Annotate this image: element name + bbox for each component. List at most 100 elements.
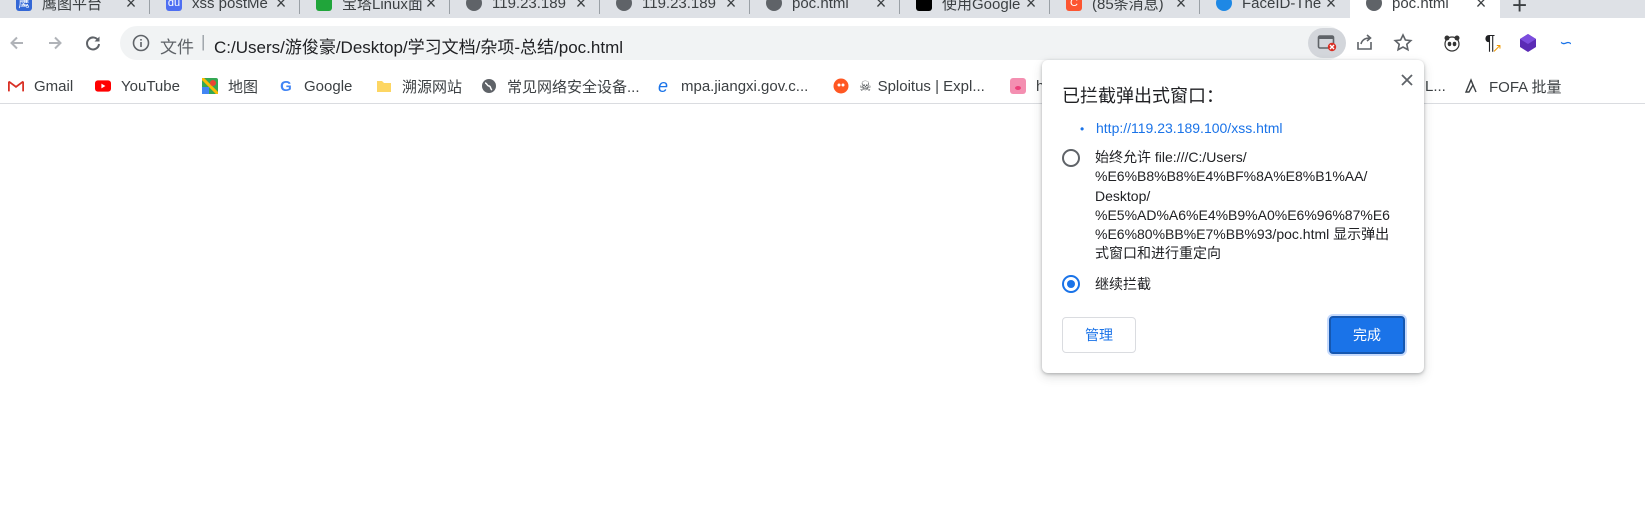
tab-title: (85条消息) [1092,0,1164,13]
dialog-title: 已拦截弹出式窗口： [1062,86,1224,106]
gmail-icon [8,78,24,94]
bookmark-label: mpa.jiangxi.gov.c... [681,77,809,95]
info-icon[interactable] [132,34,150,57]
tab-close-icon[interactable]: × [724,0,738,14]
tab[interactable]: 使用Google × [900,0,1050,18]
allow-radio[interactable] [1062,149,1080,167]
fofa-icon [1463,78,1479,94]
tab-title: 鹰图平台 [42,0,103,13]
bookmark-label: Google [304,77,353,95]
bookmark-label: FOFA 批量 [1489,78,1562,96]
allow-option-line: %E6%B8%B8%E4%BF%8A%E8%B1%AA/ [1095,168,1368,185]
bookmark-gmail[interactable]: Gmail [8,74,73,98]
url-scheme: 文件 [160,38,194,57]
tab-title: poc.html [1392,0,1449,12]
tab-title: poc.html [792,0,849,12]
bookmark-label: 常见网络安全设备... [507,78,640,96]
bookmark-label: 溯源网站 [402,78,463,96]
pilcrow-extension-icon[interactable]: ¶ ↗ [1478,31,1502,56]
bookmark-label: L... [1425,77,1446,95]
bookmark-star-icon[interactable] [1392,32,1414,59]
tab[interactable]: 宝塔Linux面 × [300,0,450,18]
baota-icon [316,0,332,11]
maps-icon [202,78,218,94]
allow-option-line: 始终允许 file:///C:/Users/ [1095,149,1247,165]
panda-extension-icon[interactable] [1440,31,1464,55]
tab-close-icon[interactable]: × [424,0,438,14]
bookmark-maps[interactable]: 地图 [202,74,258,98]
popup-blocked-icon[interactable] [1308,28,1346,58]
bookmark-google[interactable]: G Google [278,74,352,98]
done-button[interactable]: 完成 [1329,316,1405,354]
bookmark-security-devices[interactable]: 常见网络安全设备... [481,74,640,98]
tab[interactable]: 119.23.189 × [600,0,750,18]
baidu-icon: du [166,0,182,11]
bookmark-sploitus[interactable]: ☠ Sploitus | Expl... [833,74,985,98]
tab[interactable]: 119.23.189 × [450,0,600,18]
block-option-label[interactable]: 继续拦截 [1095,275,1151,294]
allow-option-line: Desktop/ [1095,187,1151,204]
reload-icon [86,36,100,51]
purple-cube-extension-icon[interactable] [1516,31,1540,55]
csdn-icon: C [1066,0,1082,11]
tab-close-icon[interactable]: × [1324,0,1338,14]
tab-title: xss postMe [192,0,268,12]
blocked-popup-link[interactable]: http://119.23.189.100/xss.html [1096,120,1283,136]
popup-blocked-dialog: 已拦截弹出式窗口： • http://119.23.189.100/xss.ht… [1042,60,1424,373]
bookmark-fofa[interactable]: FOFA 批量 [1463,74,1562,98]
bookmark-label: Gmail [34,77,74,95]
forward-button[interactable] [42,30,68,56]
block-radio[interactable] [1062,275,1080,293]
close-icon[interactable] [1397,70,1417,90]
tab-title: 119.23.189 [492,0,566,12]
share-icon[interactable] [1354,32,1376,59]
bookmark-youtube[interactable]: YouTube [95,74,180,98]
back-button[interactable] [4,30,30,56]
url-text[interactable]: C:/Users/游俊豪/Desktop/学习文档/杂项-总结/poc.html [214,33,623,58]
tab-close-icon[interactable]: × [274,0,288,14]
tab-title: FaceID-The [1242,0,1322,12]
allow-option-label[interactable]: 始终允许 file:///C:/Users/ %E6%B8%B8%E4%BF%8… [1095,148,1390,264]
globe-icon [616,0,632,11]
folder-icon [376,78,392,94]
tab-close-icon[interactable]: × [1474,0,1488,14]
tab[interactable]: FaceID-The × [1200,0,1350,18]
bookmark-label: YouTube [121,77,180,95]
tab-title: 宝塔Linux面 [342,0,423,13]
tab[interactable]: C (85条消息) × [1050,0,1200,18]
back-arrow-icon [10,36,23,50]
new-tab-icon[interactable]: + [1512,0,1527,18]
globe-icon [766,0,782,11]
tab-close-icon[interactable]: × [1174,0,1188,14]
reload-button[interactable] [80,30,106,56]
allow-option-line: %E6%80%BB%E7%BB%93/poc.html 显示弹出 [1095,226,1390,243]
wave-extension-icon[interactable]: ∽ [1554,31,1578,55]
tab-close-icon[interactable]: × [874,0,888,14]
manage-button[interactable]: 管理 [1062,317,1136,353]
tab-close-icon[interactable]: × [574,0,588,14]
tab-close-icon[interactable]: × [124,0,138,14]
bookmark-pig[interactable]: h [1010,74,1044,98]
bookmark-folder[interactable]: 溯源网站 [376,74,462,98]
tab-strip: 鹰 鹰图平台 × du xss postMe × 宝塔Linux面 × 119.… [0,0,1645,18]
bookmark-partial[interactable]: L... [1425,74,1446,98]
bookmark-label: 地图 [228,78,259,96]
tab[interactable]: poc.html × [750,0,900,18]
tab-close-icon[interactable]: × [1024,0,1038,14]
address-bar[interactable]: 文件 | C:/Users/游俊豪/Desktop/学习文档/杂项-总结/poc… [120,26,1413,60]
tab[interactable]: 鹰 鹰图平台 × [0,0,150,18]
notion-icon [916,0,932,11]
allow-option-line: 式窗口和进行重定向 [1095,245,1221,262]
globe-icon [466,0,482,11]
url-divider: | [201,32,206,51]
faceid-icon [1216,0,1232,11]
globe-icon [481,78,497,94]
tab-active[interactable]: poc.html × [1350,0,1500,18]
hunter-icon: 鹰 [16,0,32,11]
bullet-icon: • [1080,122,1085,136]
ie-icon: e [657,75,668,96]
forward-arrow-icon [49,36,62,50]
tab-title: 119.23.189 [642,0,716,12]
bookmark-jiangxi[interactable]: e mpa.jiangxi.gov.c... [655,74,808,98]
tab[interactable]: du xss postMe × [150,0,300,18]
